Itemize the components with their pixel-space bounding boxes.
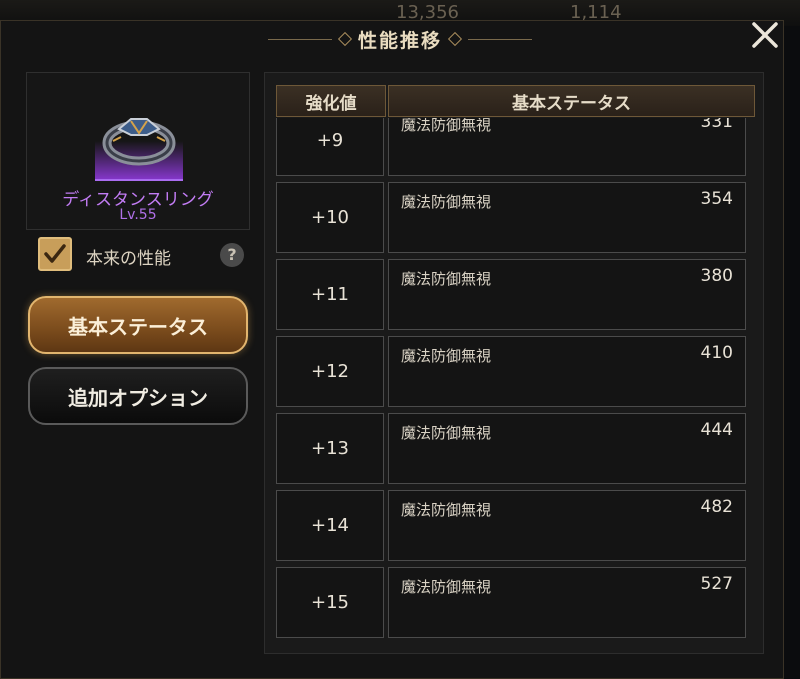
table-row: +11 魔法防御無視 380 — [276, 259, 748, 332]
stat-cell: 魔法防御無視 380 — [388, 259, 746, 330]
additional-options-tab-button[interactable]: 追加オプション — [28, 367, 248, 425]
basic-status-tab-button[interactable]: 基本ステータス — [28, 296, 248, 354]
enhancement-level-cell: +14 — [276, 490, 384, 561]
stat-name: 魔法防御無視 — [401, 118, 492, 134]
stat-value: 482 — [700, 497, 733, 517]
title-divider-left — [268, 38, 332, 40]
item-level: Lv.55 — [119, 207, 157, 223]
stat-value: 354 — [700, 189, 733, 209]
stat-cell: 魔法防御無視 331 — [388, 118, 746, 176]
stat-name: 魔法防御無視 — [401, 501, 492, 519]
table-header-stat: 基本ステータス — [388, 85, 755, 117]
table-rows[interactable]: +9 魔法防御無視 331 +10 魔法防御無視 354 +11 魔法防御無視 … — [276, 118, 748, 643]
title-ornament-left-icon — [337, 31, 353, 47]
stat-cell: 魔法防御無視 354 — [388, 182, 746, 253]
stat-name: 魔法防御無視 — [401, 578, 492, 596]
dialog-title: 性能推移 — [358, 29, 443, 52]
item-preview: ディスタンスリング Lv.55 — [26, 72, 250, 230]
help-icon[interactable]: ? — [220, 243, 244, 267]
table-row: +13 魔法防御無視 444 — [276, 413, 748, 486]
stat-cell: 魔法防御無視 482 — [388, 490, 746, 561]
stat-value: 380 — [700, 266, 733, 286]
close-button[interactable] — [746, 16, 784, 54]
enhancement-level-cell: +9 — [276, 118, 384, 176]
stat-name: 魔法防御無視 — [401, 424, 492, 442]
enhancement-level-cell: +10 — [276, 182, 384, 253]
table-header-level: 強化値 — [276, 85, 386, 117]
title-divider-right — [468, 38, 533, 40]
enhancement-level-cell: +12 — [276, 336, 384, 407]
table-row: +9 魔法防御無視 331 — [276, 118, 748, 178]
table-row: +12 魔法防御無視 410 — [276, 336, 748, 409]
stat-name: 魔法防御無視 — [401, 270, 492, 288]
enhancement-level-cell: +13 — [276, 413, 384, 484]
stat-name: 魔法防御無視 — [401, 193, 492, 211]
title-ornament-right-icon — [447, 31, 463, 47]
stat-cell: 魔法防御無視 444 — [388, 413, 746, 484]
stat-name: 魔法防御無視 — [401, 347, 492, 365]
table-row: +15 魔法防御無視 527 — [276, 567, 748, 640]
stat-cell: 魔法防御無視 527 — [388, 567, 746, 638]
stat-value: 410 — [700, 343, 733, 363]
stat-value: 331 — [700, 118, 733, 132]
checkmark-icon — [44, 244, 66, 263]
stat-value: 444 — [700, 420, 733, 440]
ring-icon — [102, 118, 176, 166]
original-performance-label: 本来の性能 — [86, 249, 171, 269]
stat-cell: 魔法防御無視 410 — [388, 336, 746, 407]
original-performance-checkbox[interactable] — [38, 237, 72, 271]
table-row: +14 魔法防御無視 482 — [276, 490, 748, 563]
enhancement-level-cell: +15 — [276, 567, 384, 638]
table-row: +10 魔法防御無視 354 — [276, 182, 748, 255]
stat-value: 527 — [700, 574, 733, 594]
enhancement-level-cell: +11 — [276, 259, 384, 330]
dialog-title-bar: 性能推移 — [268, 26, 533, 52]
close-icon — [752, 22, 778, 48]
